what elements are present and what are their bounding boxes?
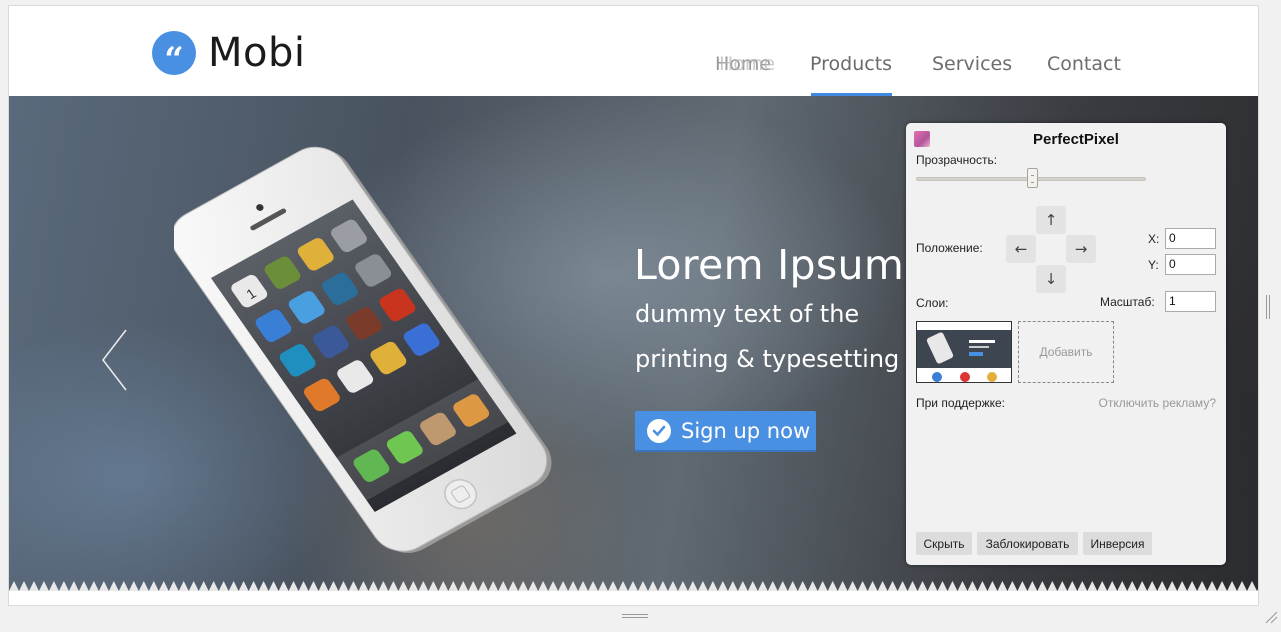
layer-preview-image: [917, 322, 1011, 382]
hero-title: Lorem Ipsum: [634, 241, 905, 289]
move-up-button[interactable]: ↑: [1036, 206, 1066, 234]
checkmark-icon: [647, 418, 671, 443]
nav-home[interactable]: Home Home: [715, 53, 775, 75]
layers-label: Слои:: [916, 296, 949, 310]
iphone-illustration: 1: [174, 146, 552, 553]
zigzag-divider: [9, 581, 1258, 591]
add-layer-button[interactable]: Добавить: [1018, 321, 1114, 383]
quote-logo-icon: “: [152, 31, 196, 77]
disable-ads-link[interactable]: Отключить рекламу?: [1099, 396, 1216, 410]
resize-grip-icon[interactable]: [1264, 610, 1278, 624]
slider-prev-arrow-icon[interactable]: [101, 328, 129, 392]
horizontal-resize-handle[interactable]: [622, 614, 648, 618]
move-left-button[interactable]: ←: [1006, 235, 1036, 263]
signup-button-label: Sign up now: [681, 418, 811, 443]
lock-button[interactable]: Заблокировать: [977, 532, 1078, 555]
nav-contact[interactable]: Contact: [1047, 53, 1121, 75]
nav-home-ghost-label: Home: [719, 53, 776, 75]
scale-input[interactable]: 1: [1165, 291, 1216, 312]
move-down-button[interactable]: ↓: [1036, 265, 1066, 293]
invert-button[interactable]: Инверсия: [1083, 532, 1152, 555]
x-label: X:: [1148, 232, 1160, 246]
opacity-slider[interactable]: [916, 168, 1146, 188]
signup-button[interactable]: Sign up now: [635, 411, 816, 452]
hero-subtitle-line2: printing & typesetting: [635, 345, 900, 373]
support-label: При поддержке:: [916, 396, 1006, 410]
vertical-resize-handle[interactable]: [1266, 295, 1270, 319]
layer-thumbnail[interactable]: [916, 321, 1012, 383]
hero-subtitle-line1: dummy text of the: [635, 300, 860, 328]
opacity-slider-thumb[interactable]: [1026, 168, 1038, 188]
perfectpixel-panel: PerfectPixel Прозрачность: Положение: ↑ …: [906, 123, 1226, 565]
move-right-button[interactable]: →: [1066, 235, 1096, 263]
perfectpixel-title: PerfectPixel: [1033, 131, 1119, 148]
opacity-label: Прозрачность:: [916, 153, 998, 167]
position-label: Положение:: [916, 241, 983, 255]
site-logo[interactable]: “ Mobi: [152, 30, 306, 77]
nav-services[interactable]: Services: [932, 53, 1012, 75]
y-position-input[interactable]: 0: [1165, 254, 1216, 275]
browser-viewport: “ Mobi Home Home Products Services Contac…: [8, 5, 1259, 606]
x-position-input[interactable]: 0: [1165, 228, 1216, 249]
nav-products[interactable]: Products: [810, 53, 892, 75]
site-header: “ Mobi Home Home Products Services Contac…: [9, 6, 1258, 96]
hide-button[interactable]: Скрыть: [916, 532, 972, 555]
scale-label: Масштаб:: [1100, 295, 1155, 309]
y-label: Y:: [1148, 258, 1159, 272]
logo-text: Mobi: [208, 30, 306, 76]
